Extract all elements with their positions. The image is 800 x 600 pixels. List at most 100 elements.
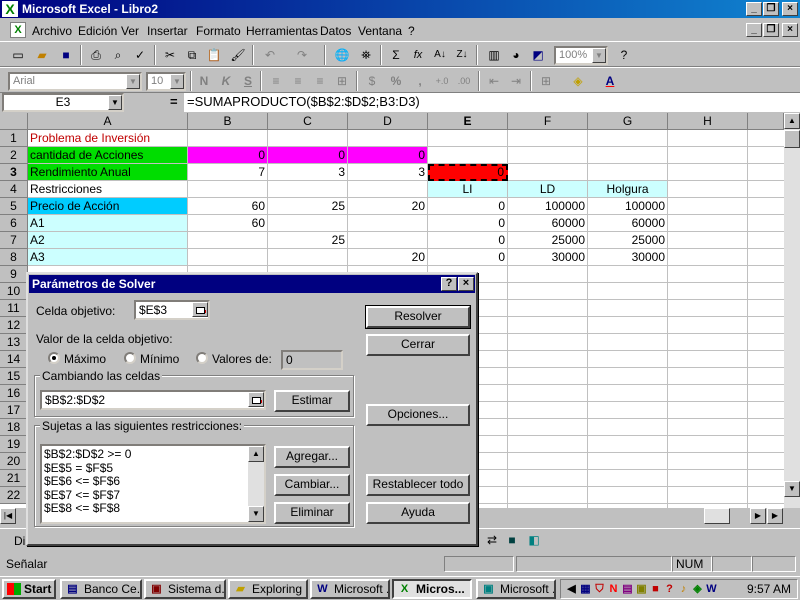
- cell-a2[interactable]: cantidad de Acciones: [28, 147, 188, 164]
- clock[interactable]: 9:57 AM: [747, 582, 791, 596]
- tray-app-icon[interactable]: ◈: [691, 583, 704, 596]
- row-header[interactable]: 16: [0, 385, 28, 402]
- increase-decimal-icon[interactable]: +.0: [432, 72, 452, 90]
- list-item[interactable]: $E$7 <= $F$7: [42, 488, 264, 503]
- cell-c7[interactable]: 25: [268, 232, 348, 249]
- percent-button[interactable]: %: [386, 72, 406, 90]
- constraints-scrollbar[interactable]: ▲ ▼: [248, 446, 264, 522]
- cell-e6[interactable]: 0: [428, 215, 508, 232]
- list-item[interactable]: $E$8 <= $F$8: [42, 501, 264, 516]
- close-button[interactable]: ×: [782, 2, 798, 16]
- align-left-icon[interactable]: ≡: [266, 72, 286, 90]
- tray-app-icon[interactable]: ■: [649, 583, 662, 596]
- cell-a3[interactable]: Rendimiento Anual: [28, 164, 188, 181]
- shadow-icon[interactable]: ■: [502, 531, 522, 549]
- radio-value-of-label[interactable]: Valores de:: [212, 352, 272, 366]
- row-header[interactable]: 19: [0, 436, 28, 453]
- cell-f4[interactable]: LD: [508, 181, 588, 198]
- row-header[interactable]: 12: [0, 317, 28, 334]
- scroll-right-icon[interactable]: ▶: [750, 508, 766, 524]
- cell-f5[interactable]: 100000: [508, 198, 588, 215]
- row-header[interactable]: 14: [0, 351, 28, 368]
- zoom-select[interactable]: 100% ▼: [554, 46, 608, 65]
- decrease-indent-icon[interactable]: ⇤: [484, 72, 504, 90]
- cell-e5[interactable]: 0: [428, 198, 508, 215]
- row-header[interactable]: 6: [0, 215, 28, 232]
- cell-c3[interactable]: 3: [268, 164, 348, 181]
- speaker-icon[interactable]: ◀: [565, 583, 578, 596]
- taskbar-item[interactable]: ▣ Microsoft ...: [476, 579, 556, 599]
- decrease-decimal-icon[interactable]: .00: [454, 72, 474, 90]
- draw-menu-label[interactable]: Di: [14, 534, 25, 548]
- cell-a6[interactable]: A1: [28, 215, 188, 232]
- tray-app-icon[interactable]: ▦: [579, 583, 592, 596]
- row-header[interactable]: 13: [0, 334, 28, 351]
- cell-e4[interactable]: LI: [428, 181, 508, 198]
- word-icon[interactable]: W: [705, 583, 718, 596]
- cell-c2[interactable]: 0: [268, 147, 348, 164]
- tray-app-icon[interactable]: ♪: [677, 583, 690, 596]
- spelling-icon[interactable]: ✓: [130, 46, 150, 64]
- column-header-e[interactable]: E: [428, 113, 508, 130]
- row-header[interactable]: 17: [0, 402, 28, 419]
- align-right-icon[interactable]: ≡: [310, 72, 330, 90]
- doc-close-button[interactable]: ×: [782, 23, 798, 37]
- cell-d3[interactable]: 3: [348, 164, 428, 181]
- minimize-button[interactable]: _: [746, 2, 762, 16]
- print-icon[interactable]: ⎙: [86, 46, 106, 64]
- function-icon[interactable]: fx: [408, 46, 428, 64]
- change-button[interactable]: Cambiar...: [274, 474, 350, 496]
- column-header-b[interactable]: B: [188, 113, 268, 130]
- column-header-d[interactable]: D: [348, 113, 428, 130]
- row-header[interactable]: 1: [0, 130, 28, 147]
- collapse-dialog-icon[interactable]: [248, 392, 264, 407]
- font-select[interactable]: Arial ▼: [8, 72, 142, 91]
- 3d-icon[interactable]: ◧: [524, 531, 544, 549]
- row-header[interactable]: 5: [0, 198, 28, 215]
- sort-descending-icon[interactable]: Z↓: [452, 46, 472, 64]
- bold-button[interactable]: N: [194, 72, 214, 90]
- row-header[interactable]: 3: [0, 164, 28, 181]
- borders-icon[interactable]: ⊞: [536, 72, 556, 90]
- open-icon[interactable]: ▰: [32, 46, 52, 64]
- fill-color-icon[interactable]: ◈: [568, 72, 588, 90]
- cell-a1[interactable]: Problema de Inversión: [28, 130, 188, 147]
- column-header-f[interactable]: F: [508, 113, 588, 130]
- underline-button[interactable]: S: [238, 72, 258, 90]
- add-button[interactable]: Agregar...: [274, 446, 350, 468]
- scroll-down-icon[interactable]: ▼: [784, 481, 800, 497]
- cell-g6[interactable]: 60000: [588, 215, 668, 232]
- list-item[interactable]: $E$6 <= $F$6: [42, 474, 264, 489]
- column-header-a[interactable]: A: [28, 113, 188, 130]
- redo-icon[interactable]: ↷: [292, 46, 312, 64]
- shield-icon[interactable]: ⛉: [593, 583, 606, 596]
- menu-archivo[interactable]: Archivo: [32, 24, 72, 38]
- italic-button[interactable]: K: [216, 72, 236, 90]
- thousands-button[interactable]: ,: [410, 72, 430, 90]
- autosum-icon[interactable]: Σ: [386, 46, 406, 64]
- column-header-g[interactable]: G: [588, 113, 668, 130]
- cell-b2[interactable]: 0: [188, 147, 268, 164]
- format-painter-icon[interactable]: 🖌: [228, 46, 248, 64]
- doc-minimize-button[interactable]: _: [746, 23, 762, 37]
- cell-d2[interactable]: 0: [348, 147, 428, 164]
- menu-herramientas[interactable]: Herramientas: [246, 24, 318, 38]
- cell-f7[interactable]: 25000: [508, 232, 588, 249]
- new-icon[interactable]: ▭: [8, 46, 28, 64]
- menu-edicion[interactable]: Edición: [78, 24, 117, 38]
- cell-b6[interactable]: 60: [188, 215, 268, 232]
- target-cell-input[interactable]: $E$3: [134, 300, 210, 320]
- select-all-corner[interactable]: [0, 113, 28, 130]
- norton-icon[interactable]: N: [607, 583, 620, 596]
- drawing-icon[interactable]: ◩: [528, 46, 548, 64]
- cell-a8[interactable]: A3: [28, 249, 188, 266]
- dialog-close-button[interactable]: ×: [458, 277, 474, 291]
- cell-e3[interactable]: 0: [428, 164, 508, 181]
- undo-icon[interactable]: ↶: [260, 46, 280, 64]
- taskbar-item[interactable]: W Microsoft ...: [310, 579, 390, 599]
- help-dialog-button[interactable]: Ayuda: [366, 502, 470, 524]
- scroll-down-icon[interactable]: ▼: [248, 506, 264, 522]
- cell-g8[interactable]: 30000: [588, 249, 668, 266]
- scroll-thumb[interactable]: [784, 130, 800, 148]
- formula-equals[interactable]: =: [170, 94, 178, 109]
